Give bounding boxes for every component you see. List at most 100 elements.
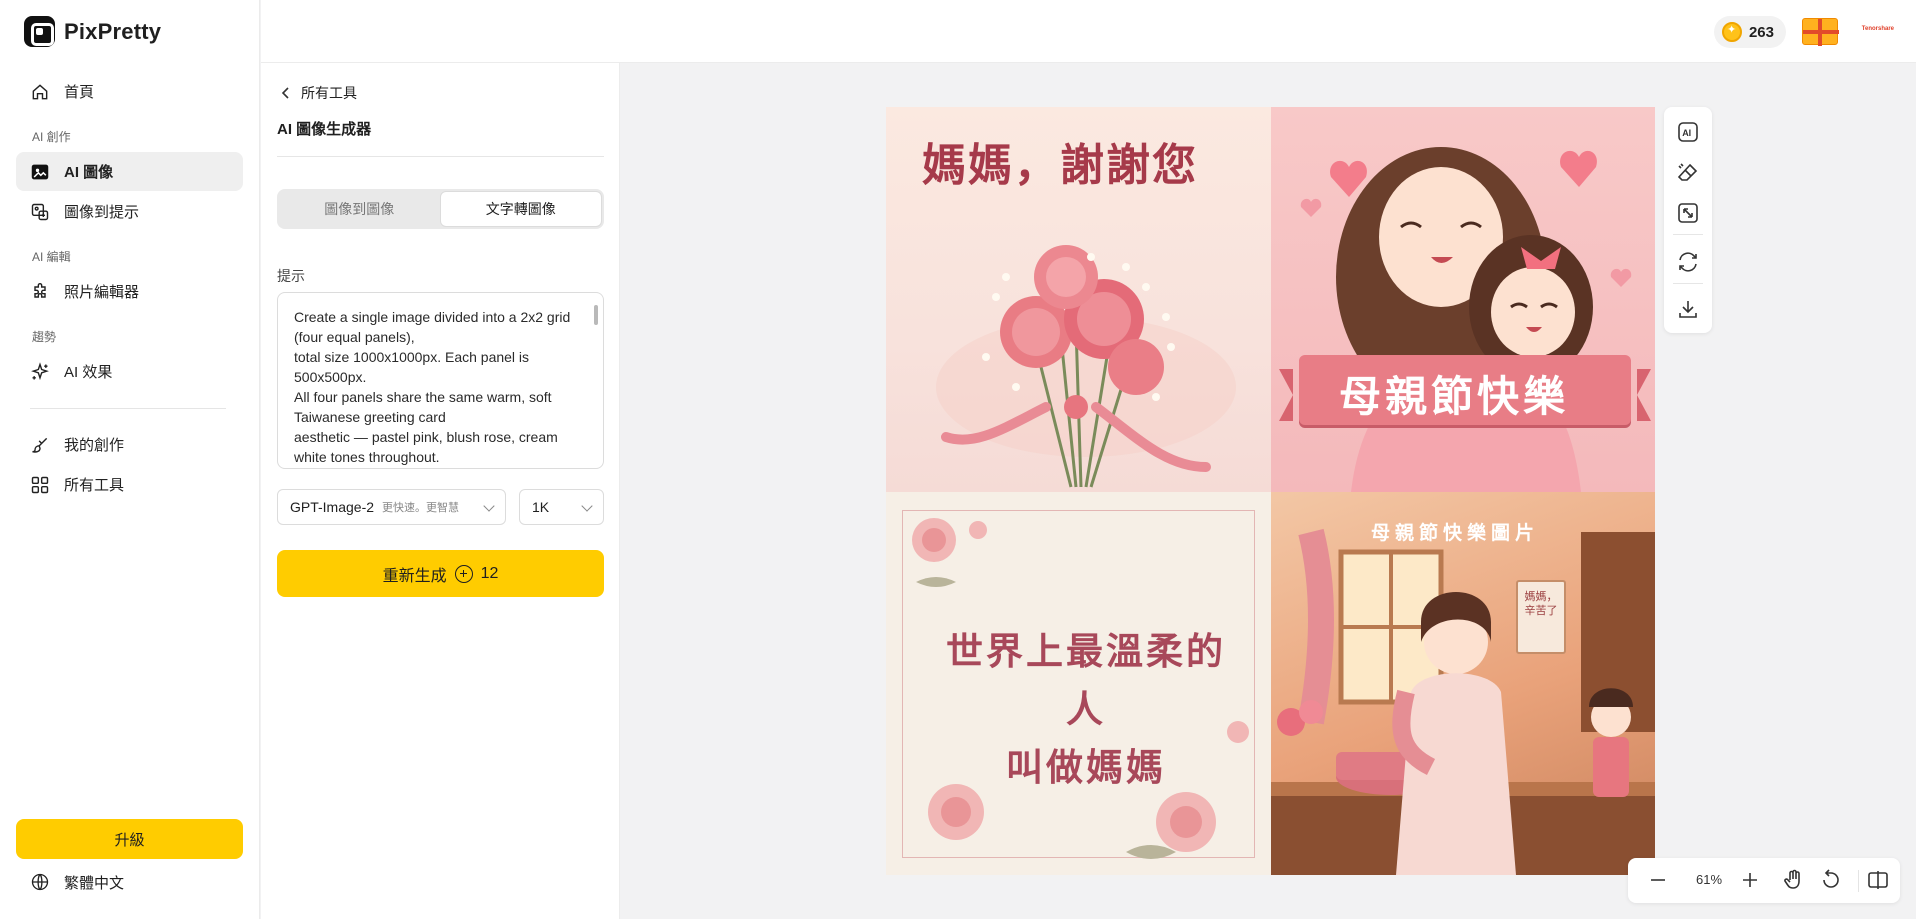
credit-plus-icon — [454, 564, 473, 583]
resolution-select[interactable]: 1K — [519, 489, 604, 525]
generated-image[interactable]: 媽媽，謝謝您 母親節快樂 世界上最溫柔的人 叫做媽媽 母親節快樂圖片 媽媽， 辛… — [886, 107, 1655, 875]
regenerate-icon-button[interactable] — [1676, 250, 1700, 274]
sidebar-item-ai-effects[interactable]: AI 效果 — [16, 352, 243, 391]
regenerate-label: 重新生成 — [382, 567, 447, 585]
eraser-button[interactable] — [1676, 161, 1700, 185]
sidebar-item-label: 照片編輯器 — [64, 284, 140, 301]
panel-title: AI 圖像生成器 — [277, 121, 372, 138]
image-tool-strip: AI — [1664, 107, 1712, 333]
sidebar-item-my-creations[interactable]: 我的創作 — [16, 425, 243, 464]
zoom-bar: 61% — [1628, 858, 1900, 903]
zoom-divider — [1858, 870, 1859, 892]
puzzle-icon — [34, 282, 46, 298]
split-view-icon — [1868, 871, 1888, 889]
ai-icon: AI — [1678, 122, 1698, 142]
pan-button[interactable] — [1782, 868, 1806, 892]
compare-button[interactable] — [1866, 868, 1890, 892]
download-icon — [1679, 301, 1697, 318]
sidebar-item-home[interactable]: 首頁 — [16, 72, 243, 111]
back-label: 所有工具 — [301, 85, 357, 101]
model-select[interactable]: GPT-Image-2 更快速。更智慧 — [277, 489, 506, 525]
chevron-left-icon — [281, 87, 289, 99]
minus-icon — [1651, 879, 1665, 881]
sidebar-item-label: AI 圖像 — [64, 164, 114, 181]
sidebar-divider — [30, 408, 226, 409]
zoom-level: 61% — [1695, 872, 1723, 887]
sidebar-item-all-tools[interactable]: 所有工具 — [16, 465, 243, 504]
panel-mother-daughter-hug: 母親節快樂 — [1271, 107, 1655, 492]
top-bar: 263 Tenorshare — [261, 0, 1916, 63]
svg-text:AI: AI — [1682, 128, 1691, 138]
gift-icon[interactable] — [1802, 18, 1839, 46]
home-icon — [32, 83, 48, 99]
upgrade-button[interactable]: 升級 — [16, 819, 243, 859]
model-hint: 更快速。更智慧 — [382, 502, 460, 514]
chevron-down-icon — [483, 500, 495, 512]
sidebar-item-ai-image[interactable]: AI 圖像 — [16, 152, 243, 191]
credits-badge[interactable]: 263 — [1713, 16, 1786, 48]
image-to-prompt-icon — [31, 203, 49, 220]
panel2-title: 母親節快樂 — [1339, 372, 1570, 421]
hand-icon — [1784, 869, 1800, 889]
panel-kitchen-scene: 母親節快樂圖片 媽媽， 辛苦了 — [1271, 492, 1655, 875]
coin-icon — [1721, 22, 1742, 42]
back-to-all-tools[interactable]: 所有工具 — [281, 83, 357, 103]
sidebar: PixPretty 首頁 AI 創作 AI 圖像 圖像到提示 AI 編輯 照片編… — [0, 0, 260, 919]
panel1-title: 媽媽，謝謝您 — [922, 140, 1198, 191]
model-name: GPT-Image-2 — [290, 499, 375, 515]
section-ai-edit: AI 編輯 — [32, 250, 71, 264]
credits-count: 263 — [1748, 23, 1774, 41]
mode-tabs: 圖像到圖像 文字轉圖像 — [277, 189, 604, 229]
tool-panel: 所有工具 AI 圖像生成器 圖像到圖像 文字轉圖像 提示 Create a si… — [261, 63, 620, 919]
rotate-left-icon — [1823, 869, 1839, 888]
mother-daughter-illustration — [1300, 147, 1632, 492]
expand-icon — [1678, 203, 1698, 223]
upscale-button[interactable] — [1676, 201, 1700, 225]
resolution-value: 1K — [532, 499, 550, 515]
panel4-title: 母親節快樂圖片 — [1371, 522, 1540, 544]
tab-image-to-image[interactable]: 圖像到圖像 — [279, 191, 440, 227]
chevron-down-icon — [581, 500, 593, 512]
logo-icon — [24, 16, 55, 47]
sidebar-item-label: AI 效果 — [64, 364, 113, 381]
kitchen-sign: 媽媽， 辛苦了 — [1516, 580, 1566, 654]
sidebar-item-label: 我的創作 — [64, 437, 125, 454]
tool-strip-divider — [1673, 283, 1703, 284]
sidebar-item-label: 圖像到提示 — [64, 204, 140, 221]
prompt-label: 提示 — [277, 268, 305, 284]
image-icon — [31, 164, 49, 179]
grid-icon — [31, 476, 49, 493]
language-label: 繁體中文 — [64, 874, 125, 892]
panel-tender-quote: 世界上最溫柔的人 叫做媽媽 — [886, 492, 1271, 875]
zoom-out-button[interactable] — [1646, 868, 1670, 892]
reset-view-button[interactable] — [1819, 868, 1843, 892]
globe-icon — [31, 873, 49, 891]
panel3-quote: 世界上最溫柔的人 叫做媽媽 — [946, 629, 1226, 789]
refresh-icon — [1679, 252, 1697, 272]
app-name: PixPretty — [64, 18, 162, 44]
sidebar-item-label: 所有工具 — [64, 477, 125, 494]
language-selector[interactable]: 繁體中文 — [16, 863, 124, 901]
regenerate-cost: 12 — [480, 564, 499, 582]
regenerate-button[interactable]: 重新生成 12 — [277, 550, 604, 597]
sidebar-item-photo-editor[interactable]: 照片編輯器 — [16, 272, 243, 311]
panel-carnation-bouquet: 媽媽，謝謝您 — [886, 107, 1271, 492]
panel-divider — [277, 156, 604, 157]
prompt-scrollbar[interactable] — [594, 305, 598, 325]
sidebar-item-image-to-prompt[interactable]: 圖像到提示 — [16, 192, 243, 231]
sparkles-icon — [31, 361, 49, 380]
sidebar-item-label: 首頁 — [64, 84, 95, 101]
brand-tag[interactable]: Tenorshare — [1862, 26, 1894, 32]
ai-edit-button[interactable]: AI — [1676, 120, 1700, 144]
tool-strip-divider — [1673, 234, 1703, 235]
brush-icon — [32, 437, 48, 453]
zoom-in-button[interactable] — [1738, 868, 1762, 892]
kitchen-illustration — [1271, 528, 1655, 875]
section-ai-create: AI 創作 — [32, 130, 71, 144]
eraser-icon — [1677, 163, 1698, 181]
tab-text-to-image[interactable]: 文字轉圖像 — [439, 191, 602, 227]
prompt-textarea[interactable]: Create a single image divided into a 2x2… — [277, 292, 604, 469]
plus-icon — [1743, 873, 1757, 887]
app-logo[interactable]: PixPretty — [24, 16, 161, 47]
download-button[interactable] — [1676, 297, 1700, 321]
